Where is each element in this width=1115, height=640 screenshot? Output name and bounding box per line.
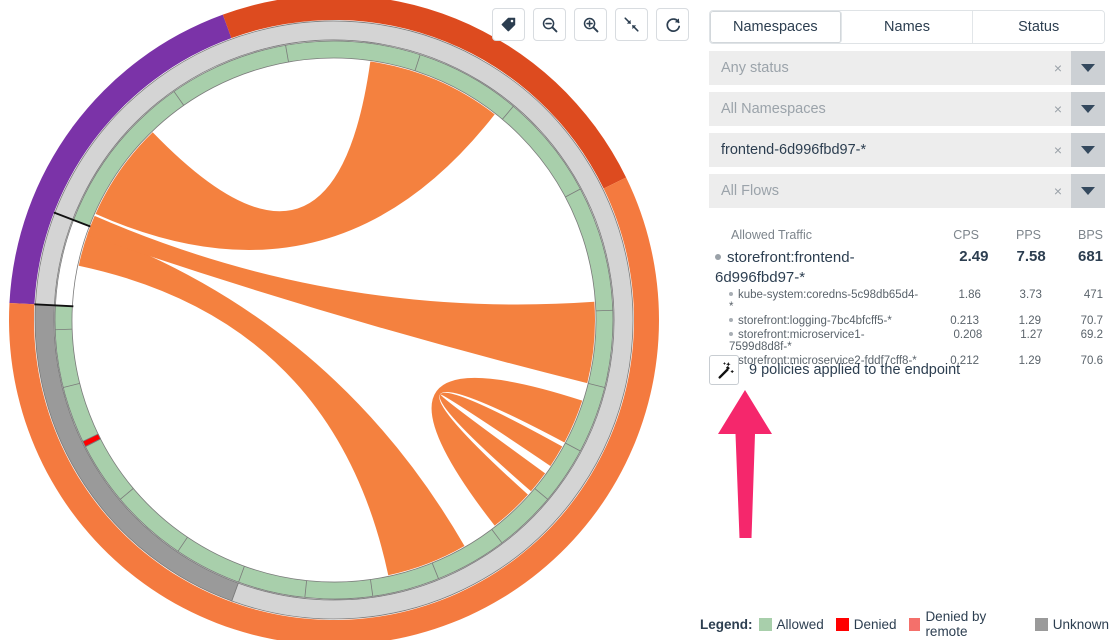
sub-endpoint-text: storefront:microservice1-7599d8d8f-* — [729, 328, 865, 353]
legend-swatch-allowed — [758, 617, 772, 631]
fit-icon — [624, 17, 639, 32]
sub-bps-value: 471 — [1083, 288, 1103, 301]
primary-endpoint-label: storefront:frontend-6d996fbd97-* — [715, 248, 931, 288]
sub-endpoint-text: kube-system:coredns-5c98db65d4-* — [729, 288, 919, 313]
table-row-sub[interactable]: storefront:logging-7bc4bfcff5-* 0.213 1.29… — [709, 314, 1105, 328]
chord-diagram[interactable] — [0, 0, 700, 640]
refresh-button[interactable] — [656, 8, 689, 41]
zoom-out-icon — [542, 17, 557, 32]
legend-label-denied: Denied — [853, 616, 897, 632]
sub-endpoint-label: storefront:logging-7bc4bfcff5-* — [729, 315, 917, 327]
table-header-row: Allowed Traffic CPS PPS BPS — [709, 228, 1105, 246]
sub-endpoint-label: storefront:microservice1-7599d8d8f-* — [729, 329, 922, 353]
status-filter-row[interactable]: Any status × — [709, 51, 1105, 85]
endpoint-filter-input[interactable]: frontend-6d996fbd97-* × — [709, 133, 1071, 167]
column-header-bps: BPS — [1077, 228, 1103, 242]
legend-title: Legend: — [700, 616, 753, 632]
details-side-panel: Namespaces Names Status Any status × All… — [700, 0, 1115, 640]
policies-label: 9 policies applied to the endpoint — [749, 362, 961, 378]
sub-bps-value: 70.6 — [1080, 354, 1103, 367]
legend-swatch-denied-remote — [908, 617, 921, 631]
sub-cps-value: 0.208 — [953, 328, 983, 341]
primary-endpoint-text: storefront:frontend-6d996fbd97-* — [715, 249, 855, 286]
legend-item-denied-remote: Denied by remote — [908, 609, 1023, 639]
status-dot-icon — [715, 254, 721, 260]
status-filter-dropdown-button[interactable] — [1071, 51, 1105, 85]
primary-cps-value: 2.49 — [959, 248, 989, 265]
tag-icon-button[interactable] — [492, 8, 525, 41]
tag-icon — [501, 17, 516, 32]
column-header-pps: PPS — [1015, 228, 1041, 242]
flows-filter-dropdown-button[interactable] — [1071, 174, 1105, 208]
endpoint-filter-value: frontend-6d996fbd97-* — [721, 142, 867, 158]
legend-swatch-unknown — [1034, 617, 1048, 631]
chevron-down-icon — [1081, 146, 1095, 154]
primary-bps-value: 681 — [1077, 248, 1104, 265]
flows-filter-value: All Flows — [721, 183, 780, 199]
fit-to-screen-button[interactable] — [615, 8, 648, 41]
chevron-down-icon — [1081, 187, 1095, 195]
primary-pps-value: 7.58 — [1016, 248, 1046, 265]
policies-button[interactable] — [709, 355, 739, 385]
legend-label-allowed: Allowed — [776, 616, 824, 632]
table-title: Allowed Traffic — [731, 228, 813, 242]
chevron-down-icon — [1081, 64, 1095, 72]
status-dot-icon — [729, 331, 733, 336]
status-filter-input[interactable]: Any status × — [709, 51, 1071, 85]
legend-label-denied-remote: Denied by remote — [925, 609, 987, 639]
tab-namespaces[interactable]: Namespaces — [710, 11, 842, 43]
sub-cps-value: 1.86 — [958, 288, 981, 301]
chevron-down-icon — [1081, 105, 1095, 113]
endpoint-filter-clear-icon[interactable]: × — [1045, 133, 1071, 167]
status-filter-clear-icon[interactable]: × — [1045, 51, 1071, 85]
chord-ribbons[interactable] — [78, 61, 595, 576]
policies-row[interactable]: 9 policies applied to the endpoint — [709, 355, 960, 385]
sub-endpoint-text: storefront:logging-7bc4bfcff5-* — [738, 314, 892, 327]
chord-diagram-pane[interactable] — [0, 0, 700, 640]
column-header-cps: CPS — [953, 228, 979, 242]
namespace-filter-value: All Namespaces — [721, 101, 826, 117]
zoom-in-icon — [583, 17, 598, 32]
sub-endpoint-label: kube-system:coredns-5c98db65d4-* — [729, 289, 920, 313]
status-dot-icon — [729, 317, 733, 322]
sub-cps-value: 0.213 — [950, 314, 979, 327]
legend-label-unknown: Unknown — [1052, 616, 1109, 632]
status-legend: Legend: Allowed Denied Denied by remote … — [700, 609, 1115, 639]
flows-filter-clear-icon[interactable]: × — [1045, 174, 1071, 208]
zoom-in-button[interactable] — [574, 8, 607, 41]
sub-bps-value: 70.7 — [1080, 314, 1103, 327]
flows-filter-input[interactable]: All Flows × — [709, 174, 1071, 208]
sub-bps-value: 69.2 — [1080, 328, 1104, 341]
allowed-traffic-table: Allowed Traffic CPS PPS BPS storefront:f… — [709, 228, 1105, 368]
namespace-filter-dropdown-button[interactable] — [1071, 92, 1105, 126]
status-dot-icon — [729, 291, 733, 296]
chord-ribbon[interactable] — [87, 215, 595, 384]
service-map-app: Namespaces Names Status Any status × All… — [0, 0, 1115, 640]
sub-pps-value: 3.73 — [1019, 288, 1042, 301]
legend-swatch-denied — [835, 617, 849, 631]
refresh-icon — [665, 17, 680, 32]
graph-toolbar[interactable] — [492, 8, 689, 41]
panel-tabs[interactable]: Namespaces Names Status — [709, 10, 1105, 44]
namespace-filter-clear-icon[interactable]: × — [1045, 92, 1071, 126]
magic-wand-icon — [717, 361, 734, 379]
sub-pps-value: 1.27 — [1020, 328, 1043, 341]
legend-item-allowed: Allowed — [758, 616, 824, 632]
tab-names[interactable]: Names — [841, 11, 974, 43]
table-row-sub[interactable]: kube-system:coredns-5c98db65d4-* 1.86 3.73… — [709, 288, 1105, 314]
table-row-primary[interactable]: storefront:frontend-6d996fbd97-* 2.49 7.… — [709, 246, 1105, 288]
endpoint-filter-row[interactable]: frontend-6d996fbd97-* × — [709, 133, 1105, 167]
namespace-filter-row[interactable]: All Namespaces × — [709, 92, 1105, 126]
legend-item-unknown: Unknown — [1034, 616, 1109, 632]
sub-pps-value: 1.29 — [1018, 314, 1041, 327]
tab-status[interactable]: Status — [973, 11, 1104, 43]
zoom-out-button[interactable] — [533, 8, 566, 41]
flows-filter-row[interactable]: All Flows × — [709, 174, 1105, 208]
endpoint-filter-dropdown-button[interactable] — [1071, 133, 1105, 167]
status-filter-value: Any status — [721, 60, 789, 76]
namespace-filter-input[interactable]: All Namespaces × — [709, 92, 1071, 126]
legend-item-denied: Denied — [835, 616, 897, 632]
table-row-sub[interactable]: storefront:microservice1-7599d8d8f-* 0.20… — [709, 328, 1105, 354]
sub-pps-value: 1.29 — [1018, 354, 1041, 367]
